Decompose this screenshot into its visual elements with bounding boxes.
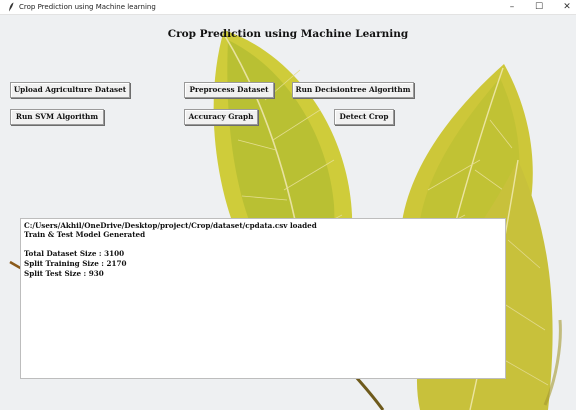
window-title: Crop Prediction using Machine learning	[19, 3, 156, 11]
close-button[interactable]: ✕	[553, 0, 576, 14]
minimize-button[interactable]: –	[498, 0, 526, 14]
output-text-area[interactable]: C:/Users/Akhil/OneDrive/Desktop/project/…	[20, 218, 506, 379]
detect-crop-button[interactable]: Detect Crop	[334, 109, 394, 125]
upload-dataset-button[interactable]: Upload Agriculture Dataset	[10, 82, 130, 98]
preprocess-dataset-button[interactable]: Preprocess Dataset	[184, 82, 274, 98]
output-line: Split Test Size : 930	[24, 269, 104, 278]
output-line: C:/Users/Akhil/OneDrive/Desktop/project/…	[24, 221, 317, 230]
output-line: Total Dataset Size : 3100	[24, 249, 125, 258]
title-bar: Crop Prediction using Machine learning –…	[0, 0, 576, 15]
output-line: Train & Test Model Generated	[24, 230, 146, 239]
feather-icon	[9, 2, 14, 12]
run-svm-button[interactable]: Run SVM Algorithm	[10, 109, 104, 125]
application-window: Crop Prediction using Machine learning –…	[0, 0, 576, 410]
maximize-button[interactable]: ☐	[525, 0, 553, 14]
output-line: Split Training Size : 2170	[24, 259, 127, 268]
accuracy-graph-button[interactable]: Accuracy Graph	[184, 109, 258, 125]
run-decisiontree-button[interactable]: Run Decisiontree Algorithm	[292, 82, 414, 98]
page-title: Crop Prediction using Machine Learning	[167, 28, 409, 40]
